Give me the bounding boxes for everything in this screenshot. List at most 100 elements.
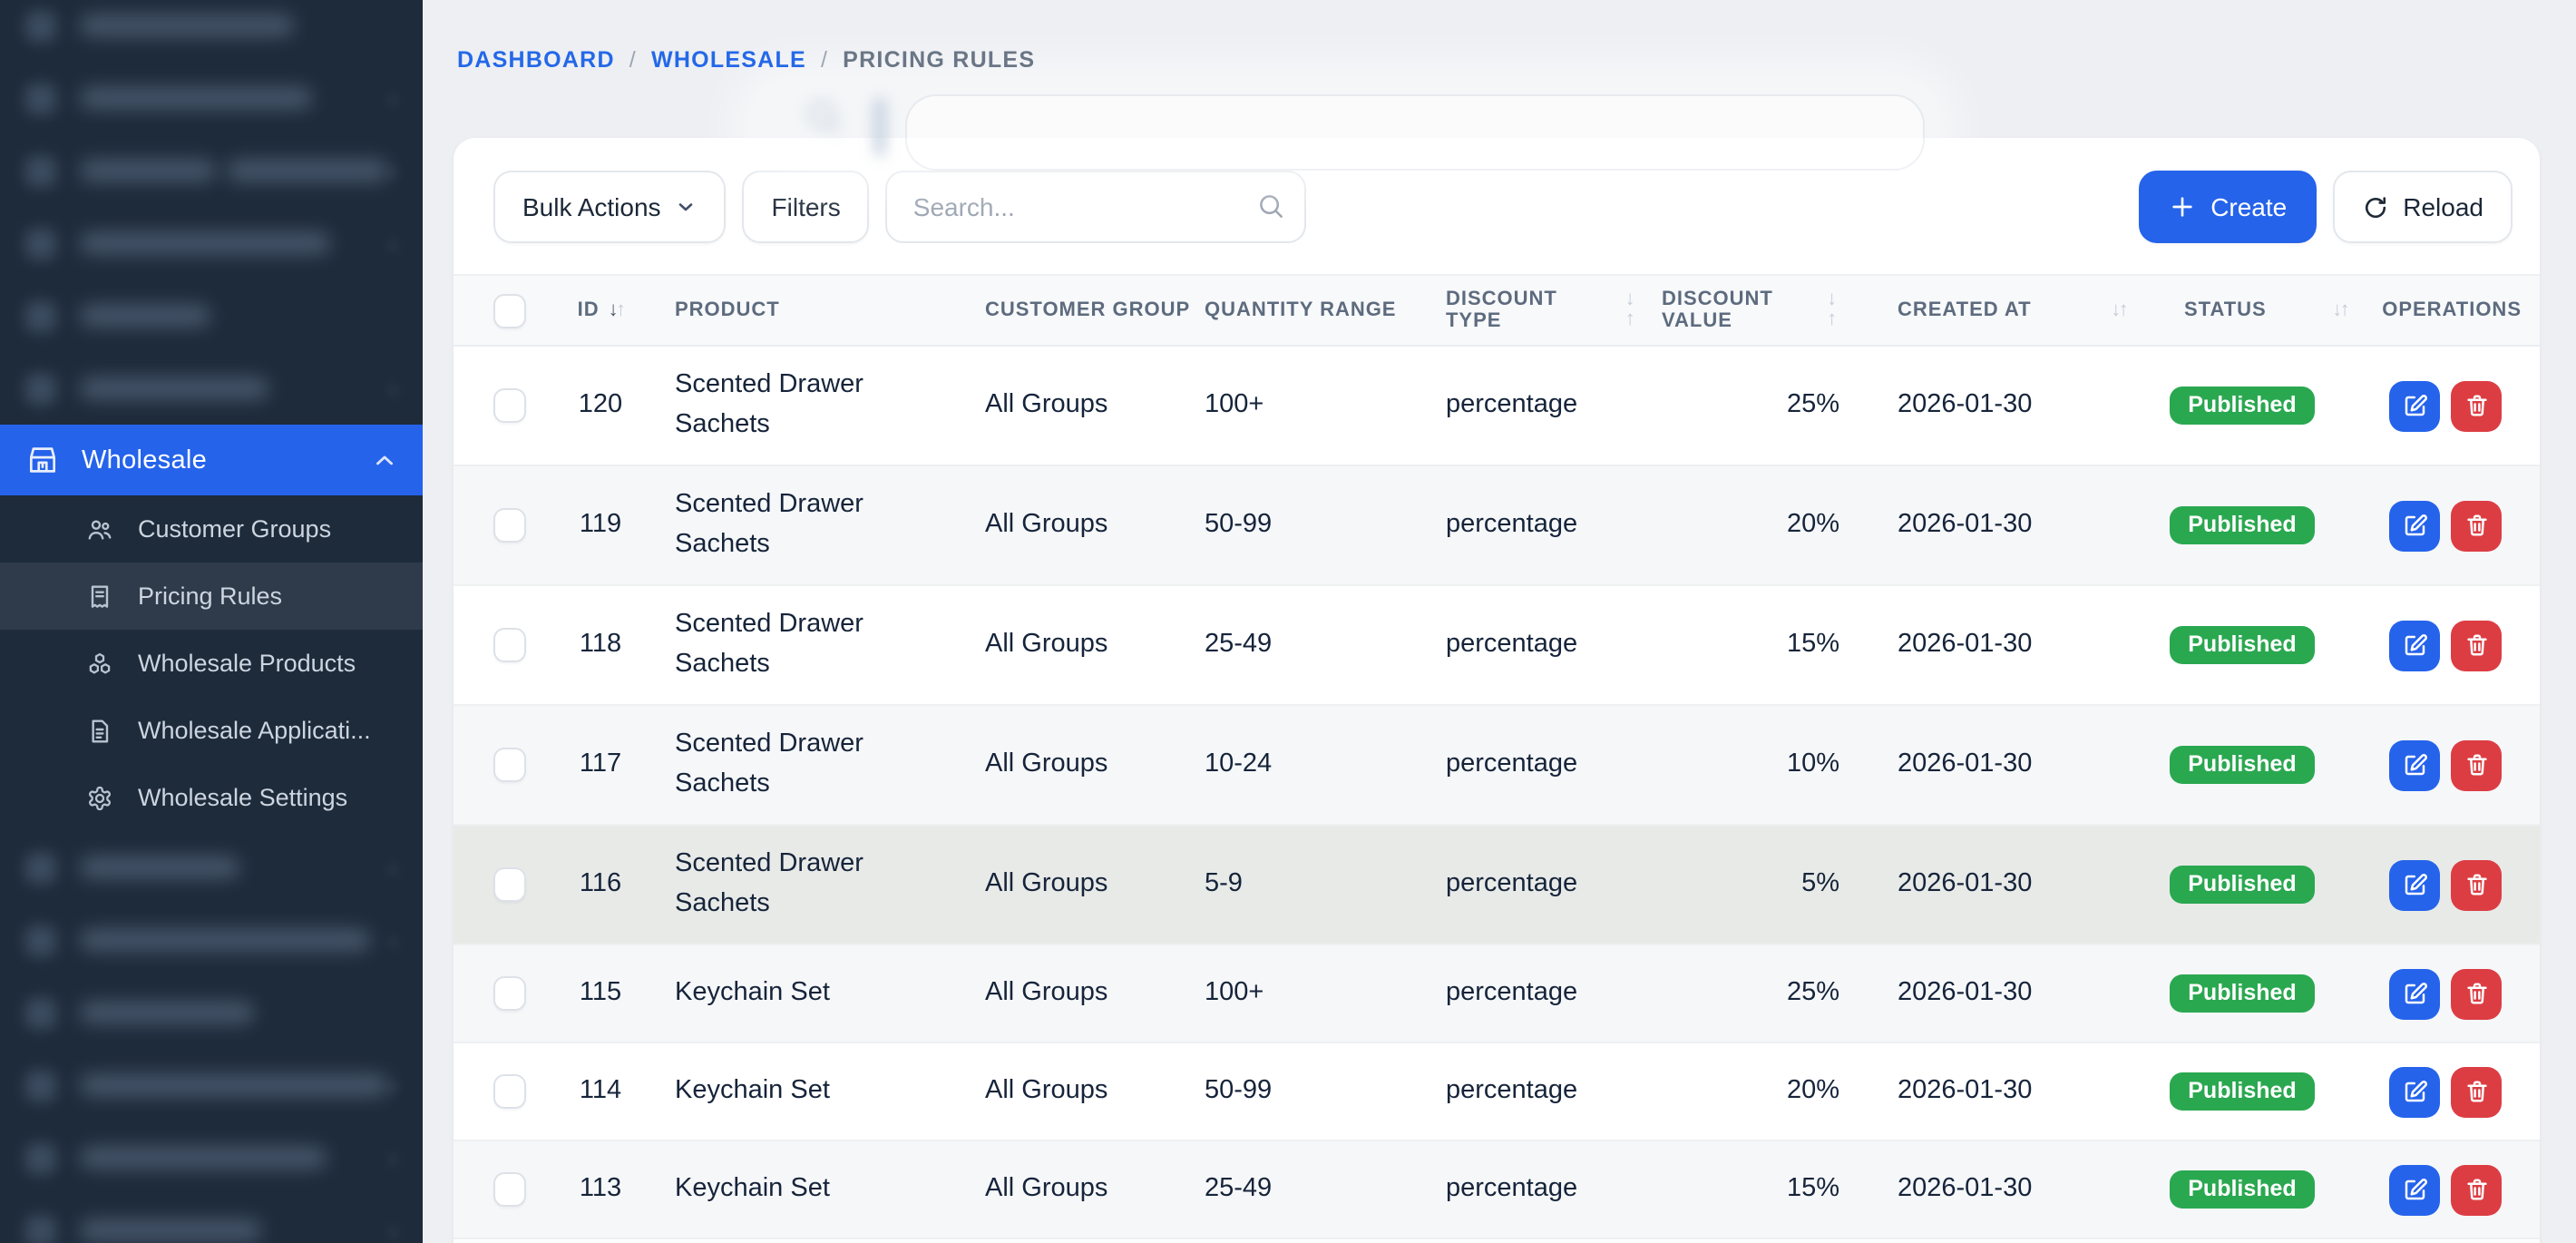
sidebar-item-wholesale-settings[interactable]: Wholesale Settings [0,764,423,831]
sidebar-item-blurred[interactable]: › [0,1121,423,1194]
row-checkbox[interactable] [493,976,526,1011]
filters-button[interactable]: Filters [743,171,870,243]
sort-icon[interactable]: ↓↑ [2111,300,2126,320]
breadcrumb-dashboard[interactable]: DASHBOARD [457,47,615,73]
column-header-status[interactable]: STATUS ↓↑ [2133,299,2351,321]
row-checkbox[interactable] [493,628,526,662]
column-header-discount-value[interactable]: DISCOUNT VALUE ↓↑ [1662,289,1843,332]
sidebar-item-blurred[interactable]: › [0,904,423,976]
column-header-created-at[interactable]: CREATED AT ↓↑ [1843,299,2133,321]
chevron-right-icon: › [389,925,397,954]
edit-button[interactable] [2389,1066,2440,1117]
cell-quantity-range: 100+ [1199,974,1444,1013]
receipt-icon [85,582,114,611]
sidebar-item-wholesale-products[interactable]: Wholesale Products [0,630,423,697]
edit-button[interactable] [2389,859,2440,910]
main-content: DASHBOARD / WHOLESALE / PRICING RULES Bu… [423,0,2576,1243]
table-row[interactable]: 115 Keychain Set All Groups 100+ percent… [454,945,2540,1043]
cell-product: Keychain Set [664,1170,981,1209]
sort-icon[interactable]: ↓↑ [2332,300,2347,320]
cell-id: 115 [537,974,664,1013]
cell-discount-type: percentage [1444,387,1662,425]
blurred-icon [25,373,56,404]
sidebar-item-blurred[interactable]: › [0,1194,423,1243]
content-card: Bulk Actions Filters [454,138,2540,1243]
reload-icon [2361,193,2388,220]
sort-icon[interactable]: ↓↑ [1827,290,1839,330]
table-row[interactable]: 113 Keychain Set All Groups 25-49 percen… [454,1141,2540,1239]
table-row[interactable]: 117 Scented Drawer Sachets All Groups 10… [454,706,2540,826]
sidebar-item-blurred[interactable]: › [0,1049,423,1121]
edit-button[interactable] [2389,380,2440,431]
sidebar-item-customer-groups[interactable]: Customer Groups [0,495,423,563]
row-checkbox[interactable] [493,508,526,543]
delete-button[interactable] [2451,859,2502,910]
search-input[interactable] [886,171,1307,243]
edit-button[interactable] [2389,739,2440,790]
blurred-icon [25,155,56,186]
sidebar-item-wholesale-applications[interactable]: Wholesale Applicati... [0,697,423,764]
delete-button[interactable] [2451,1066,2502,1117]
cell-created-at: 2026-01-30 [1843,1170,2133,1209]
breadcrumb-pricing-rules: PRICING RULES [843,47,1035,73]
row-checkbox[interactable] [493,867,526,902]
sidebar-item-blurred[interactable] [0,976,423,1049]
status-badge: Published [2170,387,2314,425]
table-row[interactable]: 118 Scented Drawer Sachets All Groups 25… [454,586,2540,706]
breadcrumb-wholesale[interactable]: WHOLESALE [651,47,806,73]
sort-icon[interactable]: ↓↑ [609,300,624,320]
gear-icon [85,783,114,812]
sidebar-item-blurred[interactable] [0,279,423,352]
row-checkbox[interactable] [493,748,526,782]
sidebar-item-blurred[interactable]: › [0,134,423,207]
cell-id: 116 [537,866,664,904]
sidebar-item-blurred[interactable]: › [0,352,423,425]
chevron-right-icon: › [389,156,397,185]
edit-button[interactable] [2389,968,2440,1019]
table-row[interactable]: 116 Scented Drawer Sachets All Groups 5-… [454,826,2540,945]
sidebar-item-blurred[interactable]: › [0,207,423,279]
table-row[interactable]: 120 Scented Drawer Sachets All Groups 10… [454,347,2540,466]
cell-product: Scented Drawer Sachets [664,487,981,563]
row-checkbox[interactable] [493,1074,526,1109]
delete-button[interactable] [2451,620,2502,670]
sort-icon[interactable]: ↓↑ [1625,290,1640,330]
bulk-actions-button[interactable]: Bulk Actions [493,171,727,243]
sidebar-item-blurred[interactable] [0,0,423,62]
edit-button[interactable] [2389,620,2440,670]
search-icon [802,94,845,138]
edit-button[interactable] [2389,1164,2440,1215]
table-header: ID ↓↑ PRODUCT CUSTOMER GROUP QUANTITY RA… [454,274,2540,347]
row-checkbox[interactable] [493,1172,526,1207]
sidebar-item-wholesale[interactable]: Wholesale [0,425,423,495]
edit-button[interactable] [2389,500,2440,551]
table-row[interactable]: 114 Keychain Set All Groups 50-99 percen… [454,1043,2540,1141]
store-icon [25,443,60,477]
status-badge: Published [2170,1073,2314,1111]
sidebar-item-blurred[interactable]: › [0,831,423,904]
delete-button[interactable] [2451,1164,2502,1215]
cell-product: Scented Drawer Sachets [664,607,981,683]
delete-button[interactable] [2451,500,2502,551]
breadcrumb: DASHBOARD / WHOLESALE / PRICING RULES [457,47,1035,73]
filters-label: Filters [772,192,841,221]
table-row[interactable]: 119 Scented Drawer Sachets All Groups 50… [454,466,2540,586]
sidebar-item-pricing-rules[interactable]: Pricing Rules [0,563,423,630]
reload-button[interactable]: Reload [2332,171,2513,243]
cell-created-at: 2026-01-30 [1843,866,2133,904]
delete-button[interactable] [2451,968,2502,1019]
table-row[interactable]: 112 Keychain Set All Groups 10-24 percen… [454,1239,2540,1243]
cell-discount-value: 20% [1662,1072,1843,1111]
create-button[interactable]: Create [2138,171,2316,243]
row-checkbox[interactable] [493,388,526,423]
sidebar-item-label: Wholesale [82,445,207,475]
cell-id: 118 [537,626,664,664]
column-header-id[interactable]: ID ↓↑ [537,299,664,321]
select-all-checkbox[interactable] [493,293,526,328]
cell-customer-group: All Groups [981,626,1199,664]
delete-button[interactable] [2451,380,2502,431]
sidebar-item-blurred[interactable]: › [0,62,423,134]
delete-button[interactable] [2451,739,2502,790]
blurred-icon [25,83,56,113]
column-header-discount-type[interactable]: DISCOUNT TYPE ↓↑ [1444,289,1662,332]
